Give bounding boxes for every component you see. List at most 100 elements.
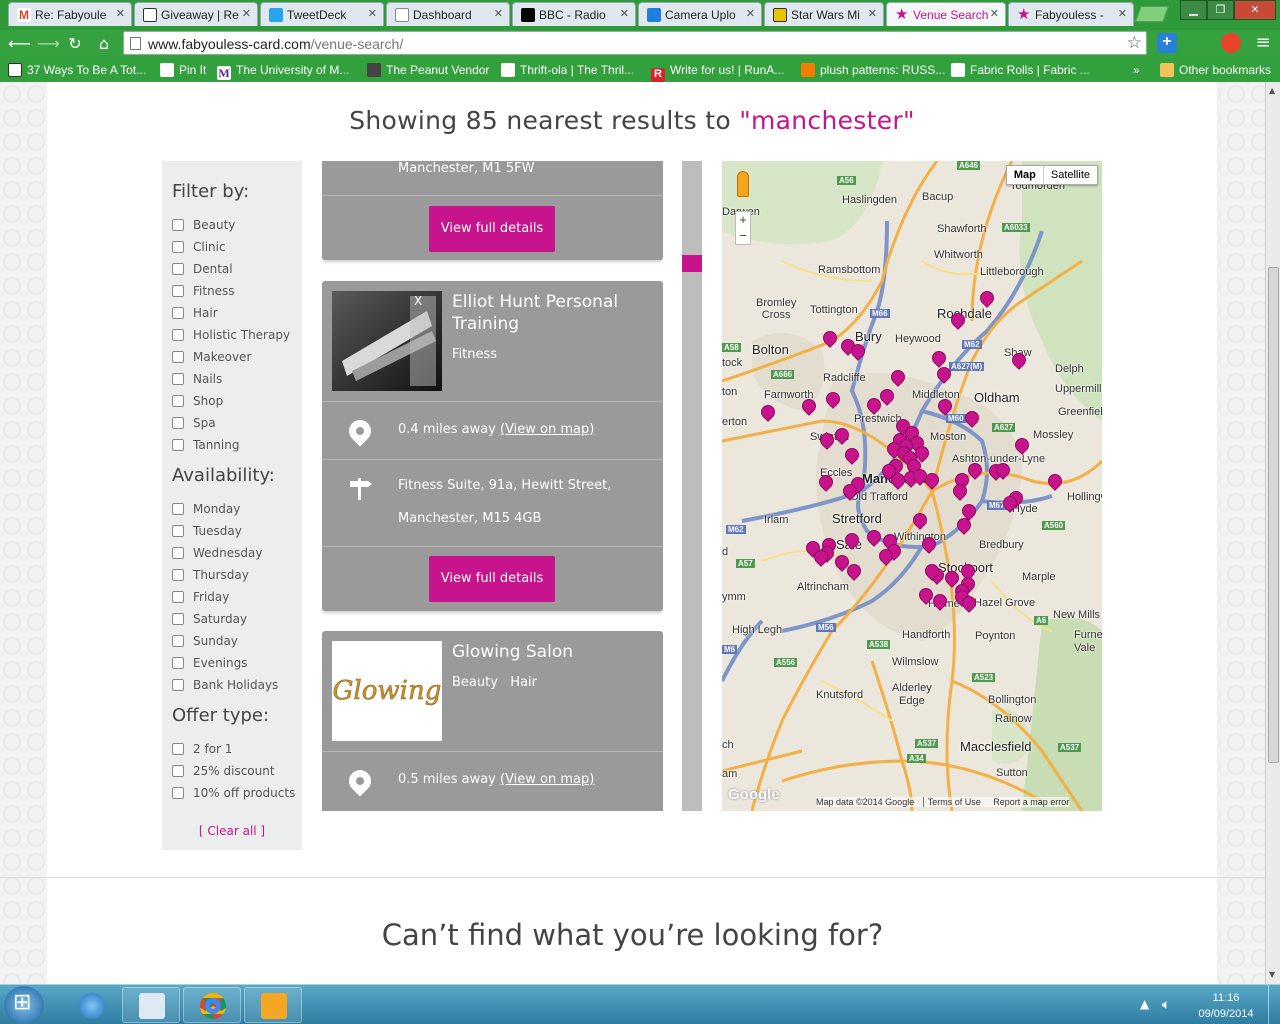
checkbox[interactable] bbox=[172, 373, 184, 385]
window-close-button[interactable]: ✕ bbox=[1234, 0, 1276, 20]
minimize-button[interactable]: ▁ bbox=[1180, 0, 1207, 20]
filter-option[interactable]: Wednesday bbox=[172, 546, 262, 560]
filter-option[interactable]: Hair bbox=[172, 306, 218, 320]
map-type-satellite-button[interactable]: Satellite bbox=[1042, 166, 1097, 184]
show-desktop-button[interactable] bbox=[1268, 985, 1280, 1024]
bookmark-item[interactable]: 37 Ways To Be A Tot... bbox=[8, 63, 146, 77]
task-app-button[interactable] bbox=[122, 987, 180, 1023]
add-extension-icon[interactable]: + bbox=[1157, 33, 1177, 53]
close-icon[interactable]: ✕ bbox=[620, 7, 629, 20]
filter-option[interactable]: Sunday bbox=[172, 634, 238, 648]
map-type-map-button[interactable]: Map bbox=[1007, 166, 1043, 184]
results-scroll-thumb[interactable] bbox=[682, 255, 702, 272]
reload-icon[interactable]: ↻ bbox=[66, 35, 84, 53]
checkbox[interactable] bbox=[172, 285, 184, 297]
filter-option[interactable]: 10% off products bbox=[172, 786, 295, 800]
chrome-button[interactable] bbox=[183, 987, 241, 1023]
checkbox[interactable] bbox=[172, 787, 184, 799]
close-icon[interactable]: ✕ bbox=[242, 7, 251, 20]
filter-option[interactable]: Evenings bbox=[172, 656, 247, 670]
filter-option[interactable]: Monday bbox=[172, 502, 240, 516]
checkbox[interactable] bbox=[172, 679, 184, 691]
filter-option[interactable]: Bank Holidays bbox=[172, 678, 278, 692]
forward-icon[interactable]: ⟶ bbox=[37, 35, 60, 53]
checkbox[interactable] bbox=[172, 351, 184, 363]
maximize-button[interactable]: ❐ bbox=[1207, 0, 1234, 20]
back-icon[interactable]: ⟵ bbox=[8, 35, 31, 53]
checkbox[interactable] bbox=[172, 657, 184, 669]
menu-icon[interactable]: ≡ bbox=[1254, 34, 1272, 52]
filter-option[interactable]: Shop bbox=[172, 394, 223, 408]
tab-star-wars[interactable]: Star Wars Mi ✕ bbox=[764, 2, 884, 26]
filter-option[interactable]: Tuesday bbox=[172, 524, 242, 538]
checkbox[interactable] bbox=[172, 503, 184, 515]
start-button[interactable] bbox=[4, 986, 44, 1024]
system-clock[interactable]: 11:16 09/09/2014 bbox=[1196, 990, 1256, 1022]
bookmark-item[interactable]: Fabric Rolls | Fabric ... bbox=[951, 63, 1090, 77]
street-view-pegman-icon[interactable] bbox=[737, 171, 749, 197]
report-map-error-link[interactable]: Report a map error bbox=[993, 797, 1069, 807]
tab-bbc-radio[interactable]: BBC - Radio ✕ bbox=[512, 2, 636, 26]
results-map[interactable]: Haslingden Bacup Todmorden Darwen Shawfo… bbox=[722, 161, 1102, 811]
checkbox[interactable] bbox=[172, 591, 184, 603]
terms-of-use-link[interactable]: Terms of Use bbox=[922, 797, 981, 807]
filter-option[interactable]: Saturday bbox=[172, 612, 247, 626]
checkbox[interactable] bbox=[172, 635, 184, 647]
bookmark-item[interactable]: The Peanut Vendor bbox=[367, 63, 489, 77]
tab-giveaway[interactable]: Giveaway | Re ✕ bbox=[134, 2, 258, 26]
checkbox[interactable] bbox=[172, 263, 184, 275]
scroll-up-arrow-icon[interactable]: ▲ bbox=[1269, 86, 1275, 95]
checkbox[interactable] bbox=[172, 417, 184, 429]
page-scrollbar[interactable]: ▲ ▼ bbox=[1265, 82, 1280, 984]
new-tab-button[interactable] bbox=[1135, 6, 1169, 22]
close-icon[interactable]: ✕ bbox=[494, 7, 503, 20]
filter-option[interactable]: 2 for 1 bbox=[172, 742, 232, 756]
scroll-down-arrow-icon[interactable]: ▼ bbox=[1269, 970, 1275, 979]
bookmark-item[interactable]: M The University of M... bbox=[217, 63, 349, 80]
bookmark-star-icon[interactable]: ☆ bbox=[1127, 33, 1142, 53]
internet-explorer-button[interactable] bbox=[62, 987, 120, 1023]
checkbox[interactable] bbox=[172, 241, 184, 253]
filter-option[interactable]: Beauty bbox=[172, 218, 235, 232]
view-full-details-button[interactable]: View full details bbox=[429, 206, 555, 252]
zoom-in-button[interactable]: + bbox=[736, 212, 750, 228]
home-icon[interactable]: ⌂ bbox=[95, 35, 113, 53]
tray-overflow-icon[interactable]: ▲ bbox=[1140, 997, 1149, 1011]
close-icon[interactable]: ✕ bbox=[746, 7, 755, 20]
stumbleupon-icon[interactable] bbox=[1221, 33, 1241, 53]
tab-gmail[interactable]: M Re: Fabyoule ✕ bbox=[8, 2, 132, 26]
venue-name[interactable]: Glowing Salon bbox=[452, 641, 652, 663]
other-bookmarks[interactable]: Other bookmarks bbox=[1160, 63, 1271, 77]
view-on-map-link[interactable]: (View on map) bbox=[500, 422, 594, 437]
close-icon[interactable]: ✕ bbox=[116, 7, 125, 20]
bookmark-item[interactable]: R Write for us! | RunA... bbox=[651, 63, 784, 82]
filter-option[interactable]: Holistic Therapy bbox=[172, 328, 290, 342]
filter-option[interactable]: Thursday bbox=[172, 568, 249, 582]
volume-icon[interactable]: 🔈︎ bbox=[1162, 997, 1170, 1013]
bookmarks-overflow-button[interactable]: » bbox=[1133, 63, 1140, 77]
zoom-out-button[interactable]: − bbox=[736, 228, 750, 244]
tab-camera-upload[interactable]: Camera Uplo ✕ bbox=[638, 2, 762, 26]
outlook-button[interactable] bbox=[244, 987, 302, 1023]
view-on-map-link[interactable]: (View on map) bbox=[500, 772, 594, 787]
tab-dashboard[interactable]: Dashboard ✕ bbox=[386, 2, 510, 26]
close-icon[interactable]: ✕ bbox=[1118, 7, 1127, 20]
filter-option[interactable]: Dental bbox=[172, 262, 233, 276]
filter-option[interactable]: Clinic bbox=[172, 240, 226, 254]
close-icon[interactable]: ✕ bbox=[990, 7, 999, 20]
filter-option[interactable]: Friday bbox=[172, 590, 229, 604]
filter-option[interactable]: Nails bbox=[172, 372, 222, 386]
address-bar[interactable]: www.fabyouless-card.com/venue-search/ ☆ bbox=[123, 31, 1147, 55]
clear-all-link[interactable]: [ Clear all ] bbox=[162, 824, 302, 838]
checkbox[interactable] bbox=[172, 329, 184, 341]
checkbox[interactable] bbox=[172, 569, 184, 581]
venue-thumbnail[interactable]: X bbox=[332, 291, 442, 391]
tab-fabyouless[interactable]: ★ Fabyouless - ✕ bbox=[1008, 2, 1134, 26]
filter-option[interactable]: Spa bbox=[172, 416, 216, 430]
venue-logo[interactable]: Glowing bbox=[332, 641, 442, 741]
venue-name[interactable]: Elliot Hunt Personal Training bbox=[452, 291, 652, 335]
tab-tweetdeck[interactable]: TweetDeck ✕ bbox=[260, 2, 384, 26]
close-icon[interactable]: ✕ bbox=[368, 7, 377, 20]
checkbox[interactable] bbox=[172, 395, 184, 407]
page-scroll-thumb[interactable] bbox=[1268, 267, 1279, 763]
